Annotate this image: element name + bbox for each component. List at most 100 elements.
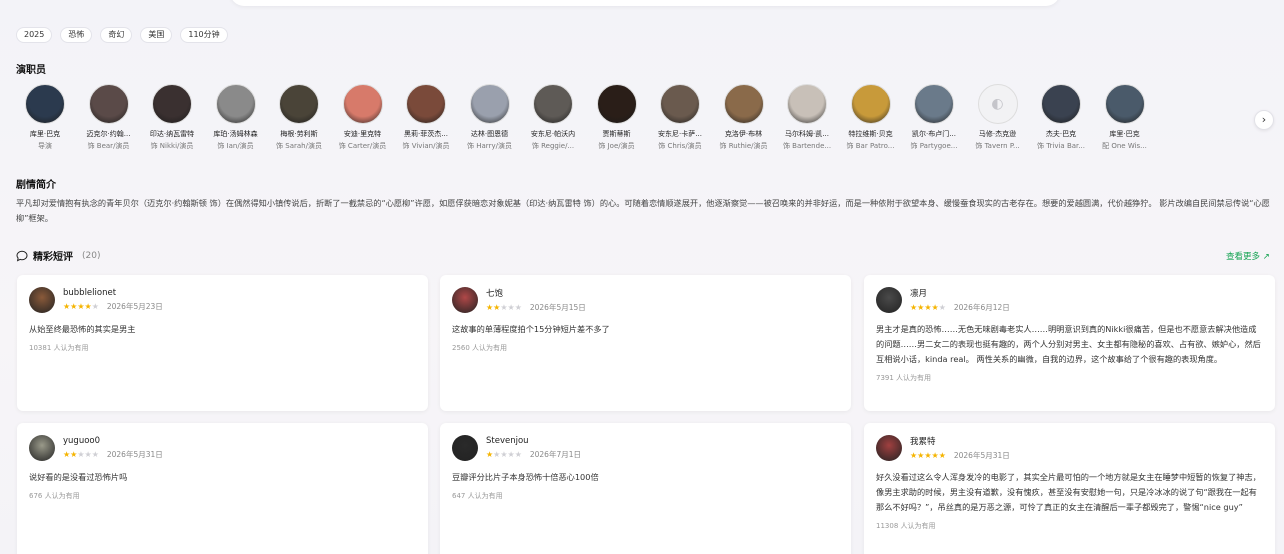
helpful-count[interactable]: 676 人认为有用 (29, 491, 416, 501)
cast-member[interactable]: 库里·巴克配 One Wis... (1096, 84, 1154, 151)
avatar (215, 84, 256, 124)
cast-role: 饰 Tavern P... (975, 142, 1020, 150)
review-card[interactable]: 七饱 ★★★★★ 2026年5月15日 这故事的单薄程度拍个15分钟短片差不多了 256… (440, 275, 851, 411)
star-icon: ★ (91, 302, 99, 311)
cast-role: 饰 Harry/演员 (467, 142, 512, 150)
movie-tags: 2025 恐怖 奇幻 美国 110分钟 (16, 27, 228, 43)
cast-name: 库里·巴克 (29, 130, 61, 138)
user-avatar[interactable] (452, 435, 478, 461)
cast-member[interactable]: 达林·图恩德饰 Harry/演员 (461, 84, 519, 151)
tag-chip[interactable]: 2025 (16, 27, 53, 43)
tag-chip[interactable]: 恐怖 (60, 27, 93, 43)
cast-member[interactable]: 贾斯蒂斯饰 Joe/演员 (588, 84, 646, 151)
tag-chip[interactable]: 美国 (140, 27, 173, 43)
review-username[interactable]: Stevenjou (486, 436, 581, 446)
cast-next-button[interactable]: › (1254, 110, 1274, 130)
cast-member[interactable]: 梅根·劳利斯饰 Sarah/演员 (270, 84, 328, 151)
review-header: 七饱 ★★★★★ 2026年5月15日 (452, 287, 839, 313)
cast-member[interactable]: 安东尼·帕沃内饰 Reggie/... (524, 84, 582, 151)
cast-role: 饰 Trivia Bar... (1037, 142, 1085, 150)
view-more-link[interactable]: 查看更多 ↗ (1226, 250, 1270, 262)
review-date: 2026年7月1日 (529, 450, 581, 459)
user-avatar[interactable] (876, 435, 902, 461)
chevron-right-icon: › (1261, 113, 1267, 126)
cast-member[interactable]: 库珀·汤姆林森饰 Ian/演员 (207, 84, 265, 151)
cast-member[interactable]: 安东尼·卡萨... 饰 Chris/演员 (651, 84, 709, 151)
review-card[interactable]: 凛月 ★★★★★ 2026年6月12日 男主才是真的恐怖……无色无味剧毒老实人……明明… (864, 275, 1275, 411)
review-card[interactable]: bubblelionet ★★★★★ 2026年5月23日 从始至终最恐怖的其实是男主… (17, 275, 428, 411)
star-rating: ★★★★★ (910, 303, 946, 312)
review-username[interactable]: bubblelionet (63, 288, 163, 298)
avatar (533, 84, 573, 124)
helpful-count[interactable]: 647 人认为有用 (452, 491, 839, 501)
cast-role: 饰 Sarah/演员 (276, 142, 322, 150)
avatar (850, 84, 891, 124)
review-username[interactable]: 七饱 (486, 287, 586, 299)
cast-name: 达林·图恩德 (470, 130, 509, 138)
cast-name: 梅根·劳利斯 (280, 130, 318, 138)
avatar (279, 84, 319, 124)
helpful-count[interactable]: 2560 人认为有用 (452, 343, 839, 353)
tag-chip[interactable]: 110分钟 (180, 27, 228, 43)
avatar-placeholder-icon: ◐ (977, 84, 1018, 124)
cast-member[interactable]: 马尔科姆·凯... 饰 Bartende... (778, 84, 836, 151)
cast-member[interactable]: ◐ 马修·杰克逊饰 Tavern P... (969, 84, 1027, 151)
star-icon: ★ (77, 302, 85, 311)
helpful-count[interactable]: 10381 人认为有用 (29, 343, 416, 353)
reviews-count: (20) (82, 250, 101, 261)
cast-name: 马修·杰克逊 (978, 130, 1017, 138)
cast-member[interactable]: 迈克尔·约翰... 饰 Bear/演员 (80, 84, 138, 151)
cast-member[interactable]: 安迪·里克特饰 Carter/演员 (334, 84, 392, 151)
review-text: 从始至终最恐怖的其实是男主 (29, 324, 136, 334)
user-avatar[interactable] (452, 287, 478, 313)
review-date: 2026年5月23日 (106, 302, 163, 311)
cast-role: 饰 Partygoe... (910, 142, 958, 150)
star-icon: ★ (514, 303, 522, 312)
review-text: 说好看的是没看过恐怖片吗 (29, 472, 128, 482)
cast-section-title: 演职员 (16, 65, 46, 76)
avatar (596, 84, 637, 124)
review-card[interactable]: Stevenjou ★★★★★ 2026年7月1日 豆瓣评分比片子本身恐怖十倍恶心10… (440, 423, 851, 554)
cast-member[interactable]: 克洛伊·布林饰 Ruthie/演员 (715, 84, 773, 151)
cast-list: 库里·巴克 导演 迈克尔·约翰... 饰 Bear/演员 印达·纳瓦雷特饰 Nikki/… (16, 84, 1256, 154)
review-username[interactable]: yuguoo0 (63, 436, 163, 446)
review-username[interactable]: 凛月 (910, 287, 1010, 299)
cast-name: 杰夫·巴克 (1045, 130, 1077, 138)
user-avatar[interactable] (876, 287, 902, 313)
cast-name: 克洛伊·布林 (724, 130, 763, 138)
avatar (1104, 84, 1145, 124)
cast-member[interactable]: 特拉维斯·贝克饰 Bar Patro... (842, 84, 900, 151)
star-rating: ★★★★★ (486, 450, 522, 459)
star-icon: ★ (931, 303, 939, 312)
review-text: 好久没看过这么令人浑身发冷的电影了，其实全片最可怕的一个地方就是女主在睡梦中短暂… (876, 472, 1261, 512)
cast-name: 特拉维斯·贝克 (848, 130, 893, 138)
user-avatar[interactable] (29, 287, 55, 313)
review-card[interactable]: 我累特 ★★★★★ 2026年5月31日 好久没看过这么令人浑身发冷的电影了，其实全片… (864, 423, 1275, 554)
user-avatar[interactable] (29, 435, 55, 461)
review-header: bubblelionet ★★★★★ 2026年5月23日 (29, 287, 416, 313)
review-date: 2026年5月31日 (953, 451, 1010, 460)
avatar (914, 84, 954, 124)
cast-role: 饰 Nikki/演员 (150, 142, 194, 150)
comment-icon (16, 250, 28, 261)
synopsis-title: 剧情简介 (16, 180, 56, 191)
review-card[interactable]: yuguoo0 ★★★★★ 2026年5月31日 说好看的是没看过恐怖片吗 676 人认… (17, 423, 428, 554)
cast-name: 印达·纳瓦雷特 (149, 130, 195, 138)
external-link-icon: ↗ (1262, 252, 1270, 262)
cast-name: 安迪·里克特 (343, 130, 382, 138)
tag-chip[interactable]: 奇幻 (100, 27, 133, 43)
cast-member[interactable]: 黑莉·菲茨杰... 饰 Vivian/演员 (397, 84, 455, 151)
cast-role: 饰 Vivian/演员 (402, 142, 450, 150)
cast-member[interactable]: 库里·巴克 导演 (16, 84, 74, 151)
avatar (723, 84, 764, 124)
avatar (152, 84, 192, 124)
cast-member[interactable]: 印达·纳瓦雷特饰 Nikki/演员 (143, 84, 201, 151)
review-username[interactable]: 我累特 (910, 435, 1010, 447)
helpful-count[interactable]: 11308 人认为有用 (876, 521, 1263, 531)
helpful-count[interactable]: 7391 人认为有用 (876, 373, 1263, 383)
star-icon: ★ (500, 303, 508, 312)
cast-role: 饰 Reggie/... (531, 142, 575, 150)
cast-name: 黑莉·菲茨杰... (404, 130, 448, 138)
cast-member[interactable]: 杰夫·巴克饰 Trivia Bar... (1032, 84, 1090, 151)
cast-member[interactable]: 凯尔·布卢门... 饰 Partygoe... (905, 84, 963, 151)
